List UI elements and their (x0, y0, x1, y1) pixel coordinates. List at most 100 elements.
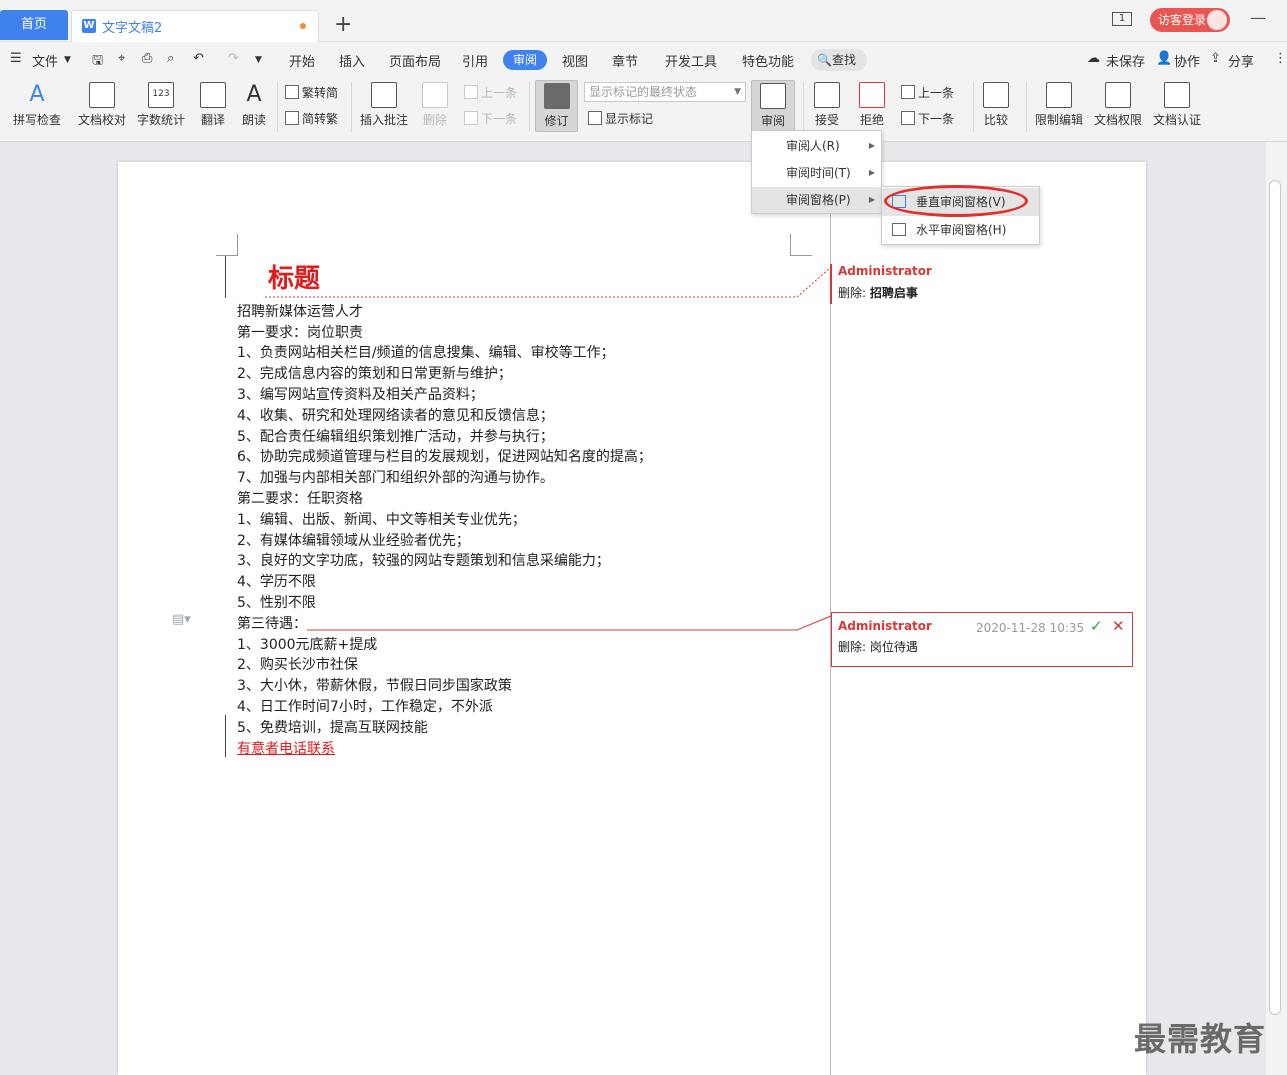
ribbon-divider (1026, 82, 1027, 132)
search-icon: 🔍 (817, 53, 832, 67)
collaborate-button[interactable]: 协作 (1174, 51, 1200, 70)
tab-start[interactable]: 开始 (289, 51, 315, 70)
search-button[interactable]: 🔍查找 (811, 49, 867, 71)
quick-access-chevron-icon[interactable]: ▼ (255, 55, 262, 65)
doc-cert-button[interactable]: 文档认证 (1151, 82, 1203, 128)
doc-paragraph[interactable]: 5、配合责任编辑组织策划推广活动，并参与执行； (237, 426, 554, 446)
doc-paragraph[interactable]: 3、良好的文字功底，较强的网站专题策划和信息采编能力； (237, 550, 610, 570)
tab-section[interactable]: 章节 (612, 51, 638, 70)
menu-item-horizontal-pane[interactable]: 水平审阅窗格(H) (882, 216, 1039, 244)
doc-paragraph[interactable]: 2、有媒体编辑领域从业经验者优先； (237, 530, 470, 550)
new-tab-plus-icon[interactable]: + (334, 12, 352, 37)
menu-item-review-time[interactable]: 审阅时间(T) ▶ (752, 160, 881, 186)
comment-label: 删除: (838, 286, 867, 300)
print-preview-icon[interactable]: ⌕ (167, 51, 174, 66)
tab-developer[interactable]: 开发工具 (665, 51, 717, 70)
doc-paragraph[interactable]: 6、协助完成频道管理与栏目的发展规划，促进网站知名度的提高； (237, 446, 652, 466)
hamburger-icon[interactable]: ☰ (10, 51, 22, 66)
doc-paragraph[interactable]: 3、编写网站宣传资料及相关产品资料； (237, 384, 484, 404)
doc-paragraph[interactable]: 3、大小休，带薪休假，节假日同步国家政策 (237, 675, 512, 695)
menu-row: ☰ 文件 ▼ 🖫 ⌖ ⎙ ⌕ ↶ ↷ ▼ 开始 插入 页面布局 引用 审阅 视图… (0, 42, 1287, 76)
file-menu-chevron-icon[interactable]: ▼ (64, 55, 71, 65)
review-pane-button[interactable]: 审阅 (751, 80, 795, 132)
trad-to-simp-button[interactable]: 繁转简 (285, 84, 338, 101)
tab-review[interactable]: 审阅 (503, 50, 547, 70)
doc-paragraph[interactable]: 第三待遇： (237, 613, 307, 633)
next-change-button[interactable]: 下一条 (901, 110, 954, 127)
tab-page-layout[interactable]: 页面布局 (389, 51, 441, 70)
markup-state-select[interactable]: 显示标记的最终状态 ▼ (584, 82, 746, 102)
file-menu[interactable]: 文件 (32, 51, 58, 70)
search-label: 查找 (831, 53, 856, 67)
print-icon[interactable]: ⎙ (142, 51, 152, 66)
doc-paragraph[interactable]: 5、性别不限 (237, 592, 316, 612)
doc-permission-button[interactable]: 文档权限 (1092, 82, 1144, 128)
compare-label: 比较 (983, 113, 1008, 127)
review-pane-label: 审阅 (760, 114, 785, 128)
doc-paragraph[interactable]: 1、编辑、出版、新闻、中文等相关专业优先； (237, 509, 526, 529)
menu-item-review-pane[interactable]: 审阅窗格(P) ▶ (752, 187, 881, 213)
page-indicator[interactable]: 1 (1112, 10, 1132, 26)
unsaved-label[interactable]: 未保存 (1106, 51, 1145, 70)
ribbon-divider (803, 82, 804, 132)
doc-paragraph[interactable]: 4、日工作时间7小时，工作稳定，不外派 (237, 696, 493, 716)
doc-paragraph[interactable]: 招聘新媒体运营人才 (237, 301, 363, 321)
doc-paragraph[interactable]: 1、3000元底薪+提成 (237, 634, 377, 654)
share-button[interactable]: 分享 (1228, 51, 1254, 70)
accept-check-icon[interactable]: ✓ (1090, 617, 1103, 635)
reject-button[interactable]: 拒绝 (854, 82, 890, 128)
doc-paragraph[interactable]: 4、学历不限 (237, 571, 316, 591)
scrollbar-thumb[interactable] (1269, 180, 1281, 1015)
margin-corner-mark (216, 234, 238, 256)
tab-view[interactable]: 视图 (562, 51, 588, 70)
minimize-icon[interactable]: — (1250, 8, 1266, 27)
doc-paragraph[interactable]: 第一要求：岗位职责 (237, 322, 363, 342)
insert-comment-button[interactable]: 插入批注 (358, 82, 410, 128)
comment-balloon-active[interactable]: Administrator 2020-11-28 10:35 ✓ ✕ 删除: 岗… (831, 612, 1133, 667)
doc-paragraph[interactable]: 2、完成信息内容的策划和日常更新与维护； (237, 363, 512, 383)
spell-check-button[interactable]: A 拼写检查 (8, 82, 66, 128)
home-tab[interactable]: 首页 (0, 10, 68, 40)
reject-close-icon[interactable]: ✕ (1112, 617, 1125, 635)
format-painter-icon[interactable]: ⌖ (118, 51, 125, 66)
simp-to-trad-button[interactable]: 简转繁 (285, 110, 338, 127)
document-tab[interactable]: W 文字文稿2 (71, 10, 319, 42)
prev-comment-button[interactable]: 上一条 (464, 84, 517, 101)
tab-references[interactable]: 引用 (462, 51, 488, 70)
save-icon[interactable]: 🖫 (92, 51, 103, 73)
doc-paragraph[interactable]: 2、购买长沙市社保 (237, 654, 358, 674)
translate-button[interactable]: 翻译 (194, 82, 232, 128)
read-aloud-button[interactable]: A 朗读 (239, 82, 269, 128)
comment-balloon[interactable]: Administrator 删除: 招聘启事 (830, 264, 1050, 304)
compare-icon (983, 82, 1009, 108)
doc-paragraph[interactable]: 第二要求：任职资格 (237, 488, 363, 508)
doc-paragraph[interactable]: 1、负责网站相关栏目/频道的信息搜集、编辑、审校等工作； (237, 342, 615, 362)
show-markup-button[interactable]: 显示标记 (588, 110, 653, 127)
comment-deleted-text: 岗位待遇 (869, 640, 918, 654)
vertical-scrollbar[interactable] (1266, 142, 1287, 1075)
doc-paragraph[interactable]: 7、加强与内部相关部门和组织外部的沟通与协作。 (237, 467, 554, 487)
delete-comment-button[interactable]: 删除 (418, 82, 452, 128)
prev-change-button[interactable]: 上一条 (901, 84, 954, 101)
redo-icon[interactable]: ↷ (228, 51, 239, 66)
compare-button[interactable]: 比较 (978, 82, 1014, 128)
undo-icon[interactable]: ↶ (193, 51, 204, 66)
prev-comment-icon (464, 85, 478, 99)
restrict-edit-button[interactable]: 限制编辑 (1033, 82, 1085, 128)
menu-item-reviewer[interactable]: 审阅人(R) ▶ (752, 133, 881, 159)
insert-comment-icon (371, 82, 397, 108)
inserted-paragraph[interactable]: 有意者电话联系 (237, 738, 335, 758)
document-title[interactable]: 标题 (268, 258, 320, 295)
doc-paragraph[interactable]: 5、免费培训，提高互联网技能 (237, 717, 428, 737)
doc-proof-button[interactable]: 文档校对 (77, 82, 127, 128)
accept-button[interactable]: 接受 (809, 82, 845, 128)
tab-special[interactable]: 特色功能 (742, 51, 794, 70)
visitor-login-button[interactable]: 访客登录 (1150, 8, 1230, 32)
more-icon[interactable]: ⋮ (1274, 51, 1287, 66)
track-changes-button[interactable]: 修订 (535, 80, 578, 132)
paragraph-menu-icon[interactable]: ▤▾ (172, 612, 191, 627)
word-count-button[interactable]: 123 字数统计 (136, 82, 186, 128)
next-comment-button[interactable]: 下一条 (464, 110, 517, 127)
tab-insert[interactable]: 插入 (339, 51, 365, 70)
doc-paragraph[interactable]: 4、收集、研究和处理网络读者的意见和反馈信息； (237, 405, 554, 425)
